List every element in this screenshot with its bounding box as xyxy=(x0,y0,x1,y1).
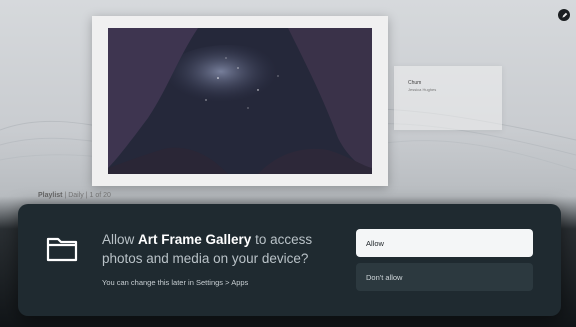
artwork-frame xyxy=(92,16,388,186)
pencil-icon xyxy=(561,12,567,18)
dont-allow-button[interactable]: Don't allow xyxy=(356,263,533,291)
message-prefix: Allow xyxy=(102,232,139,247)
milky-way-artwork xyxy=(108,28,372,174)
allow-button[interactable]: Allow xyxy=(356,229,533,257)
playlist-position: 1 of 20 xyxy=(89,192,111,199)
artwork-title: Chum xyxy=(408,80,422,86)
playlist-label: Playlist xyxy=(38,192,63,199)
permission-message: Allow Art Frame Gallery to access photos… xyxy=(102,230,342,268)
app-name: Art Frame Gallery xyxy=(138,232,252,247)
permission-dialog: Allow Art Frame Gallery to access photos… xyxy=(18,204,561,316)
playlist-indicator: Playlist | Daily | 1 of 20 xyxy=(38,192,111,199)
playlist-name: Daily xyxy=(68,192,84,199)
ambient-screen: Chum Jessica Hughes Playlist | Daily | 1… xyxy=(0,0,576,327)
artwork-image xyxy=(108,28,372,174)
ambient-mode-icon[interactable] xyxy=(558,9,570,21)
permission-note: You can change this later in Settings > … xyxy=(102,278,249,287)
artwork-info-card: Chum Jessica Hughes xyxy=(394,66,502,130)
artwork-artist: Jessica Hughes xyxy=(408,87,437,92)
folder-icon xyxy=(46,237,78,262)
